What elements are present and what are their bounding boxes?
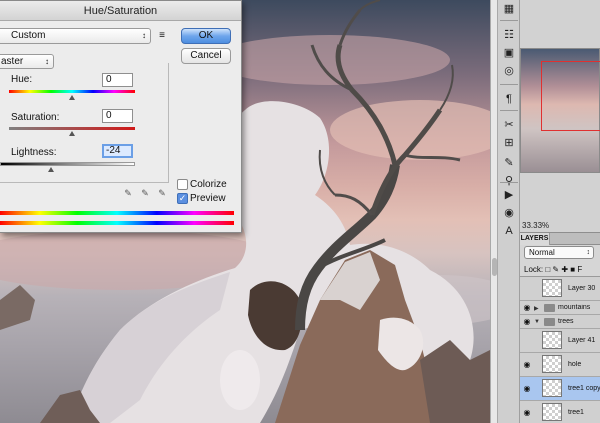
layer-row-tree1-copy[interactable]: ◉ tree1 copy <box>520 377 600 401</box>
eye-icon[interactable]: ◉ <box>522 384 532 394</box>
eye-icon[interactable]: ◉ <box>522 303 532 313</box>
color-bar-top <box>0 211 234 215</box>
canvas-vertical-scrollbar[interactable] <box>490 0 498 423</box>
lock-icons[interactable]: □ ✎ ✚ ■ <box>545 265 575 274</box>
saturation-slider-track[interactable] <box>9 127 135 130</box>
divider <box>500 84 518 85</box>
visibility-toggle[interactable] <box>522 284 532 294</box>
layer-row-mountains[interactable]: ◉ ▶ mountains <box>520 301 600 315</box>
ok-button[interactable]: OK <box>181 28 231 44</box>
lightness-label: Lightness: <box>11 147 57 158</box>
hue-slider-track[interactable] <box>9 90 135 93</box>
colorize-label: Colorize <box>190 179 227 190</box>
navigator-thumbnail[interactable] <box>520 48 600 173</box>
paragraph-icon[interactable]: ¶ <box>501 92 517 106</box>
lightness-field[interactable]: -24 <box>102 144 133 158</box>
hue-field[interactable]: 0 <box>102 73 133 87</box>
eyedropper-icon[interactable]: ✎ <box>123 188 133 198</box>
eye-icon[interactable]: ◉ <box>522 317 532 327</box>
divider <box>500 20 518 21</box>
actions-icon[interactable]: ▶ <box>501 188 517 202</box>
layer-name: tree1 <box>568 409 584 416</box>
blend-mode-value: Normal <box>529 248 555 257</box>
layers-tab-bar: LAYERS <box>520 232 600 245</box>
info-icon[interactable]: ◉ <box>501 206 517 220</box>
layer-row-tree1[interactable]: ◉ tree1 <box>520 401 600 423</box>
folder-icon <box>544 304 555 312</box>
channel-select[interactable]: aster ↕ <box>0 54 54 69</box>
layer-thumbnail <box>542 331 562 349</box>
layer-name: trees <box>558 318 574 325</box>
saturation-slider-thumb[interactable] <box>69 131 75 136</box>
preset-select[interactable]: Custom ↕ <box>0 28 151 44</box>
layer-row-trees[interactable]: ◉ ▼ trees <box>520 315 600 329</box>
saturation-label: Saturation: <box>11 112 60 123</box>
saturation-field[interactable]: 0 <box>102 109 133 123</box>
brush-presets-icon[interactable]: ⚲ <box>501 174 517 188</box>
layer-name: mountains <box>558 304 591 311</box>
layers-list: Layer 30 ◉ ▶ mountains ◉ ▼ trees Layer 4… <box>520 276 600 423</box>
layer-row-layer-41[interactable]: Layer 41 <box>520 329 600 353</box>
lightness-slider-thumb[interactable] <box>48 167 55 172</box>
eye-icon[interactable]: ◉ <box>522 408 532 418</box>
lock-label: Lock: <box>524 265 544 274</box>
masks-icon[interactable]: ▣ <box>501 46 517 60</box>
dropdown-arrow-icon: ↕ <box>586 249 591 256</box>
preset-value: Custom <box>11 30 46 41</box>
scrollbar-thumb[interactable] <box>492 258 497 276</box>
folder-icon <box>544 318 555 326</box>
layer-name: hole <box>568 361 582 368</box>
cancel-button[interactable]: Cancel <box>181 48 231 64</box>
layer-row-layer-30[interactable]: Layer 30 <box>520 277 600 301</box>
layer-thumbnail <box>542 279 562 297</box>
eyedropper-plus-icon[interactable]: ✎ <box>140 188 150 198</box>
navigator-zoom-field[interactable]: 33.33% <box>522 220 562 231</box>
dropdown-arrow-icon: ↕ <box>142 31 146 40</box>
navigator-panel <box>520 0 600 232</box>
lightness-slider-track[interactable] <box>0 162 135 166</box>
navigator-view-box[interactable] <box>541 61 600 131</box>
clone-source-icon[interactable]: ⊞ <box>501 136 517 150</box>
dropdown-arrow-icon: ↕ <box>45 57 49 66</box>
layer-thumbnail <box>542 379 562 397</box>
visibility-toggle[interactable] <box>522 336 532 346</box>
preset-options-icon[interactable]: ≡ <box>156 30 168 42</box>
layer-row-hole[interactable]: ◉ hole <box>520 353 600 377</box>
tool-presets-icon[interactable]: ✂ <box>501 118 517 132</box>
preview-checkbox[interactable]: ✓ <box>177 193 188 204</box>
adjustments-icon[interactable]: ☷ <box>501 28 517 42</box>
panel-icon-strip: ▦ ☷ ▣ ◎ ¶ ✂ ⊞ ✎ ⚲ ▶ ◉ A <box>498 0 520 423</box>
grid-icon[interactable]: ▦ <box>501 2 517 16</box>
divider <box>500 110 518 111</box>
brushes-icon[interactable]: ✎ <box>501 156 517 170</box>
collapsed-triangle-icon[interactable]: ▶ <box>534 305 539 312</box>
colorize-checkbox[interactable] <box>177 179 188 190</box>
hue-slider-thumb[interactable] <box>69 95 75 100</box>
dialog-title[interactable]: Hue/Saturation <box>0 1 241 21</box>
lock-row: Lock: □ ✎ ✚ ■ F <box>524 264 600 275</box>
character-icon[interactable]: A <box>501 224 517 238</box>
channel-value: aster <box>1 56 24 67</box>
fill-label: F <box>577 265 583 274</box>
color-bar-bottom[interactable] <box>0 221 234 225</box>
tab-layers[interactable]: LAYERS <box>520 233 550 245</box>
layer-thumbnail <box>542 403 562 421</box>
layer-name: tree1 copy <box>568 385 600 392</box>
layer-name: Layer 41 <box>568 337 596 344</box>
eye-icon[interactable]: ◉ <box>522 360 532 370</box>
expanded-triangle-icon[interactable]: ▼ <box>534 319 540 325</box>
hue-saturation-dialog: Hue/Saturation Custom ↕ ≡ OK Cancel aste… <box>0 0 242 233</box>
eyedropper-minus-icon[interactable]: ✎ <box>157 188 167 198</box>
styles-icon[interactable]: ◎ <box>501 64 517 78</box>
blend-mode-select[interactable]: Normal ↕ <box>524 246 594 259</box>
divider <box>500 182 518 183</box>
preview-label: Preview <box>190 193 226 204</box>
hue-label: Hue: <box>11 74 33 85</box>
layer-thumbnail <box>542 355 562 373</box>
layer-name: Layer 30 <box>568 285 596 292</box>
